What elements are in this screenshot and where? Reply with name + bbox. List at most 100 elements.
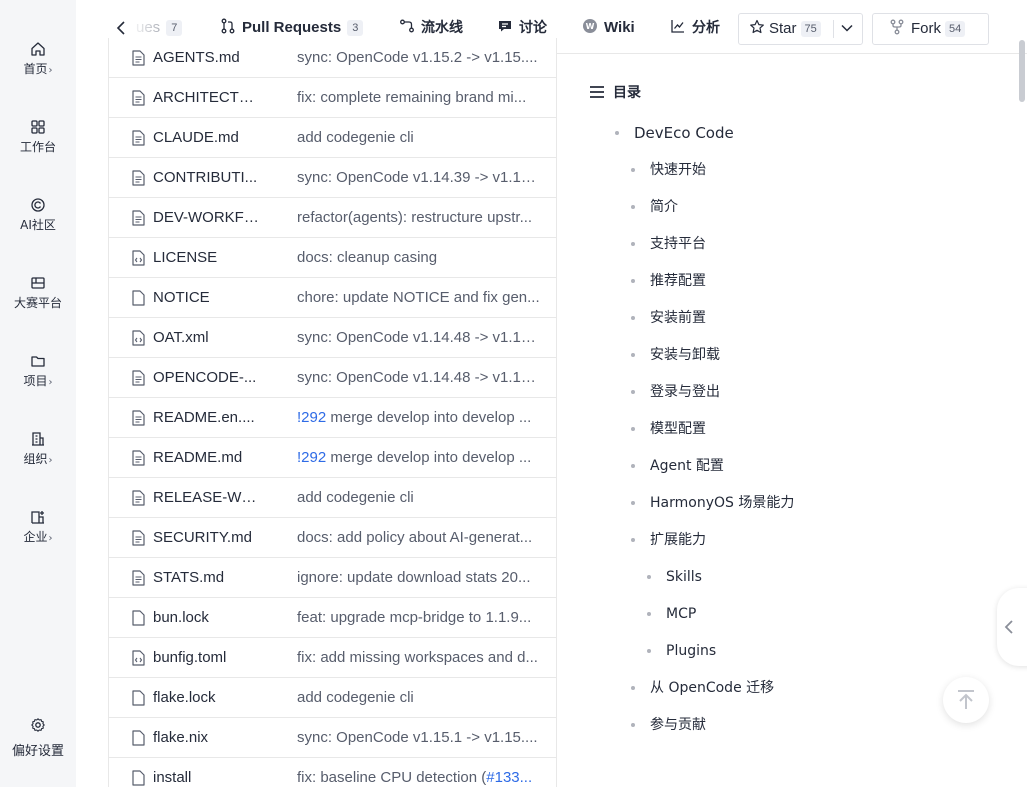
file-name-link[interactable]: CLAUDE.md (153, 118, 261, 157)
commit-message[interactable]: fix: baseline CPU detection (#133... (297, 758, 541, 787)
file-name-link[interactable]: STATS.md (153, 558, 261, 597)
file-row[interactable]: README.md !292 merge develop into develop… (109, 438, 556, 478)
toc-item[interactable]: 模型配置 (631, 419, 706, 439)
toc-item[interactable]: 安装前置 (631, 308, 706, 328)
commit-message[interactable]: add codegenie cli (297, 678, 541, 717)
file-row[interactable]: DEV-WORKFL... refactor(agents): restructu… (109, 198, 556, 238)
toc-item[interactable]: 从 OpenCode 迁移 (631, 678, 774, 698)
scrollbar-thumb[interactable] (1019, 40, 1025, 102)
tab-analysis[interactable]: 分析 (670, 18, 720, 38)
nav-ai-community[interactable]: AI社区 (0, 197, 76, 233)
file-row[interactable]: NOTICE chore: update NOTICE and fix gen..… (109, 278, 556, 318)
toc-item[interactable]: 登录与登出 (631, 382, 720, 402)
tab-discussion[interactable]: 讨论 (497, 18, 547, 38)
toc-item[interactable]: 推荐配置 (631, 271, 706, 291)
file-name-link[interactable]: README.md (153, 438, 261, 477)
file-name-link[interactable]: ARCHITECTU... (153, 78, 261, 117)
toc-item[interactable]: 支持平台 (631, 234, 706, 254)
commit-message-text: fix: complete remaining brand mi... (297, 89, 527, 106)
file-row[interactable]: AGENTS.md sync: OpenCode v1.15.2 -> v1.15… (109, 38, 556, 78)
file-name-link[interactable]: flake.nix (153, 718, 261, 757)
commit-message[interactable]: docs: cleanup casing (297, 238, 541, 277)
file-row[interactable]: bun.lock feat: upgrade mcp-bridge to 1.1.… (109, 598, 556, 638)
tab-pipeline[interactable]: 流水线 (399, 18, 463, 38)
commit-message[interactable]: fix: add missing workspaces and d... (297, 638, 541, 677)
commit-message[interactable]: add codegenie cli (297, 478, 541, 517)
file-row[interactable]: STATS.md ignore: update download stats 20… (109, 558, 556, 598)
fork-button[interactable]: Fork 54 (872, 13, 989, 45)
file-name-link[interactable]: SECURITY.md (153, 518, 261, 557)
file-name-link[interactable]: install (153, 758, 261, 787)
file-name-link[interactable]: README.en.... (153, 398, 261, 437)
file-row[interactable]: bunfig.toml fix: add missing workspaces a… (109, 638, 556, 678)
toc-item[interactable]: DevEco Code (615, 123, 734, 143)
file-row[interactable]: CLAUDE.md add codegenie cli (109, 118, 556, 158)
file-name-link[interactable]: bun.lock (153, 598, 261, 637)
toc-item[interactable]: Agent 配置 (631, 456, 724, 476)
nav-home[interactable]: 首页› (0, 41, 76, 77)
back-to-top-button[interactable] (943, 677, 989, 723)
commit-message[interactable]: !292 merge develop into develop ... (297, 398, 541, 437)
file-row[interactable]: LICENSE docs: cleanup casing (109, 238, 556, 278)
collapse-panel-button[interactable] (997, 588, 1027, 666)
file-name-link[interactable]: DEV-WORKFL... (153, 198, 261, 237)
star-button[interactable]: Star 75 (749, 14, 821, 44)
toc-item[interactable]: 快速开始 (631, 160, 706, 180)
toc-item[interactable]: 扩展能力 (631, 530, 706, 550)
file-row[interactable]: CONTRIBUTI... sync: OpenCode v1.14.39 -> … (109, 158, 556, 198)
nav-project[interactable]: 项目› (0, 353, 76, 389)
commit-message[interactable]: docs: add policy about AI-generat... (297, 518, 541, 557)
toc-item[interactable]: 简介 (631, 197, 678, 217)
file-row[interactable]: OPENCODE-... sync: OpenCode v1.14.48 -> v… (109, 358, 556, 398)
pull-requests-count-badge: 3 (347, 20, 364, 36)
commit-message[interactable]: sync: OpenCode v1.15.2 -> v1.15.... (297, 38, 541, 77)
file-name-link[interactable]: bunfig.toml (153, 638, 261, 677)
issue-link[interactable]: #133... (486, 769, 532, 786)
chevron-left-icon[interactable] (114, 19, 128, 37)
file-name-link[interactable]: RELEASE-WO... (153, 478, 261, 517)
nav-org[interactable]: 组织› (0, 431, 76, 467)
file-name-link[interactable]: CONTRIBUTI... (153, 158, 261, 197)
file-name-link[interactable]: NOTICE (153, 278, 261, 317)
commit-message[interactable]: sync: OpenCode v1.14.48 -> v1.14... (297, 358, 541, 397)
file-row[interactable]: README.en.... !292 merge develop into dev… (109, 398, 556, 438)
file-row[interactable]: RELEASE-WO... add codegenie cli (109, 478, 556, 518)
commit-message[interactable]: sync: OpenCode v1.14.48 -> v1.14... (297, 318, 541, 357)
toc-item[interactable]: MCP (647, 604, 696, 624)
file-name-link[interactable]: AGENTS.md (153, 38, 261, 77)
tab-pull-requests[interactable]: Pull Requests 3 (220, 18, 364, 38)
star-dropdown-toggle[interactable] (840, 14, 854, 44)
commit-message[interactable]: !292 merge develop into develop ... (297, 438, 541, 477)
toc-item[interactable]: 参与贡献 (631, 715, 706, 735)
commit-message[interactable]: fix: complete remaining brand mi... (297, 78, 541, 117)
nav-preferences[interactable]: 偏好设置 (0, 717, 76, 759)
toc-item[interactable]: Skills (647, 567, 702, 587)
toc-item[interactable]: Plugins (647, 641, 716, 661)
tab-wiki[interactable]: W Wiki (582, 18, 635, 38)
commit-message[interactable]: chore: update NOTICE and fix gen... (297, 278, 541, 317)
file-name-link[interactable]: OAT.xml (153, 318, 261, 357)
commit-message[interactable]: sync: OpenCode v1.14.39 -> v1.14... (297, 158, 541, 197)
file-name-link[interactable]: LICENSE (153, 238, 261, 277)
commit-message[interactable]: ignore: update download stats 20... (297, 558, 541, 597)
nav-contest[interactable]: 大赛平台 (0, 275, 76, 311)
file-name-link[interactable]: OPENCODE-... (153, 358, 261, 397)
merge-request-link[interactable]: !292 (297, 449, 326, 466)
file-name-link[interactable]: flake.lock (153, 678, 261, 717)
merge-request-link[interactable]: !292 (297, 409, 326, 426)
commit-message[interactable]: feat: upgrade mcp-bridge to 1.1.9... (297, 598, 541, 637)
nav-enterprise[interactable]: 企业› (0, 509, 76, 545)
file-row[interactable]: install fix: baseline CPU detection (#133… (109, 758, 556, 787)
toc-item[interactable]: HarmonyOS 场景能力 (631, 493, 794, 513)
chevron-right-icon: › (48, 455, 53, 466)
file-row[interactable]: flake.nix sync: OpenCode v1.15.1 -> v1.15… (109, 718, 556, 758)
commit-message[interactable]: refactor(agents): restructure upstr... (297, 198, 541, 237)
nav-workbench[interactable]: 工作台 (0, 119, 76, 155)
file-row[interactable]: ARCHITECTU... fix: complete remaining bra… (109, 78, 556, 118)
commit-message[interactable]: add codegenie cli (297, 118, 541, 157)
file-row[interactable]: flake.lock add codegenie cli (109, 678, 556, 718)
file-row[interactable]: SECURITY.md docs: add policy about AI-gen… (109, 518, 556, 558)
file-row[interactable]: OAT.xml sync: OpenCode v1.14.48 -> v1.14.… (109, 318, 556, 358)
commit-message[interactable]: sync: OpenCode v1.15.1 -> v1.15.... (297, 718, 541, 757)
toc-item[interactable]: 安装与卸载 (631, 345, 720, 365)
